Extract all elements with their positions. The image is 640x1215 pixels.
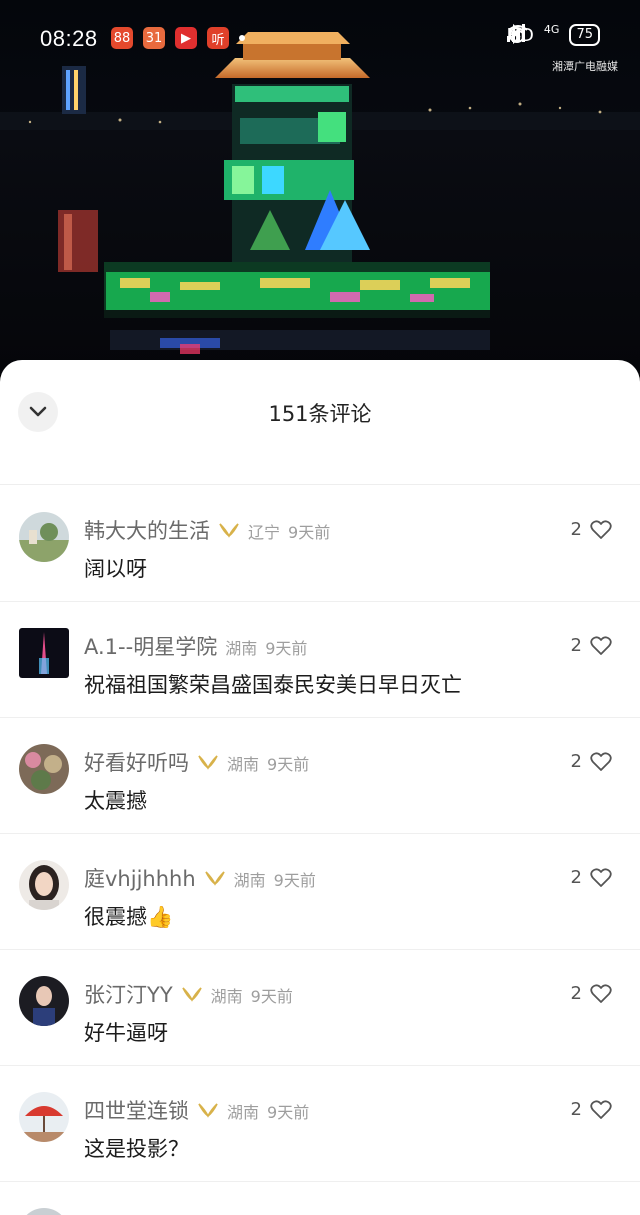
like-button[interactable]: 2 bbox=[571, 867, 612, 888]
timestamp: 9天前 bbox=[267, 755, 310, 774]
like-count: 2 bbox=[570, 751, 582, 772]
comment-meta: 张汀汀YY 湖南 9天前 bbox=[84, 979, 293, 1009]
like-count: 2 bbox=[570, 519, 582, 540]
username[interactable]: 韩大大的生活 bbox=[84, 515, 210, 545]
comment-item[interactable]: 四世堂连锁 湖南 9天前 这是投影？ 2 bbox=[0, 1065, 640, 1182]
channel-watermark: 湘潭广电融媒 bbox=[552, 60, 618, 73]
comment-item[interactable]: 张汀汀YY 湖南 9天前 好牛逼呀 2 bbox=[0, 949, 640, 1066]
comment-meta: 韩大大的生活 辽宁 9天前 bbox=[84, 515, 330, 545]
comments-count-title: 151条评论 bbox=[268, 402, 372, 426]
more-notifications-dot-icon bbox=[239, 35, 245, 41]
like-button[interactable]: 2 bbox=[571, 519, 612, 540]
username[interactable]: 好看好听吗 bbox=[84, 747, 189, 777]
comment-item[interactable]: 庭vhjjhhhh 湖南 9天前 很震撼👍 2 bbox=[0, 833, 640, 950]
like-button[interactable]: 2 bbox=[571, 635, 612, 656]
heart-outline-icon bbox=[590, 983, 612, 1003]
timestamp: 9天前 bbox=[273, 871, 316, 890]
region: 湖南 bbox=[227, 755, 260, 774]
like-count: 2 bbox=[570, 635, 582, 656]
region: 湖南 bbox=[233, 871, 266, 890]
comment-item[interactable]: A.1--明星学院 湖南 9天前 祝福祖国繁荣昌盛国泰民安美日早日灭亡 2 bbox=[0, 601, 640, 718]
comment-text: 这是投影？ bbox=[84, 1137, 189, 1161]
battery-level: 75 bbox=[569, 24, 600, 46]
status-bar: 08:28 88 31 ▶ 听 HD 4G 75 湘潭广电融媒 bbox=[0, 0, 640, 80]
calendar-notification-icon: 31 bbox=[143, 27, 165, 49]
wing-badge-icon bbox=[181, 987, 202, 1002]
comment-text: 很震撼👍 bbox=[84, 905, 174, 929]
comment-meta: 好看好听吗 湖南 9天前 bbox=[84, 747, 309, 777]
comment-text: 太震撼 bbox=[84, 789, 147, 813]
timestamp: 9天前 bbox=[265, 639, 308, 658]
username[interactable]: 庭vhjjhhhh bbox=[84, 863, 196, 893]
app-notification-icon: 88 bbox=[111, 27, 133, 49]
like-count: 2 bbox=[570, 867, 582, 888]
timestamp: 9天前 bbox=[288, 523, 331, 542]
comment-item[interactable]: 好看好听吗 湖南 9天前 太震撼 2 bbox=[0, 717, 640, 834]
comment-meta: A.1--明星学院 湖南 9天前 bbox=[84, 631, 307, 661]
comment-meta: 庭vhjjhhhh 湖南 9天前 bbox=[84, 863, 316, 893]
heart-outline-icon bbox=[590, 1099, 612, 1119]
like-button[interactable]: 2 bbox=[571, 983, 612, 1004]
avatar[interactable] bbox=[19, 628, 69, 678]
wing-badge-icon bbox=[219, 523, 239, 538]
like-button[interactable]: 2 bbox=[571, 751, 612, 772]
avatar[interactable] bbox=[19, 1092, 69, 1142]
comment-text: 阔以呀 bbox=[84, 557, 147, 581]
listen-app-notification-icon: 听 bbox=[207, 27, 229, 49]
signal-icon bbox=[506, 24, 525, 42]
heart-outline-icon bbox=[590, 635, 612, 655]
comments-sheet: 151条评论 韩大大的生活 辽宁 9天前 阔以呀 2 A.1--明星学院 湖南 … bbox=[0, 360, 640, 1215]
like-button[interactable]: 2 bbox=[571, 1099, 612, 1120]
avatar[interactable] bbox=[19, 1208, 69, 1215]
comment-item[interactable]: 韩大大的生活 辽宁 9天前 阔以呀 2 bbox=[0, 485, 640, 602]
like-count: 2 bbox=[570, 1099, 582, 1120]
avatar[interactable] bbox=[19, 976, 69, 1026]
region: 辽宁 bbox=[248, 523, 281, 542]
region: 湖南 bbox=[227, 1103, 260, 1122]
heart-outline-icon bbox=[590, 867, 612, 887]
comment-meta: 四世堂连锁 湖南 9天前 bbox=[84, 1095, 309, 1125]
like-count: 2 bbox=[570, 983, 582, 1004]
username[interactable]: A.1--明星学院 bbox=[84, 631, 217, 661]
avatar[interactable] bbox=[19, 512, 69, 562]
wing-badge-icon bbox=[198, 1103, 218, 1118]
video-player[interactable]: 08:28 88 31 ▶ 听 HD 4G 75 湘潭广电融媒 bbox=[0, 0, 640, 375]
comment-text: 好牛逼呀 bbox=[84, 1021, 168, 1045]
clock: 08:28 bbox=[40, 26, 98, 51]
notification-icons: 88 31 ▶ 听 bbox=[111, 27, 245, 49]
cell-type: 4G bbox=[543, 22, 560, 36]
wing-badge-icon bbox=[204, 871, 225, 886]
timestamp: 9天前 bbox=[250, 987, 293, 1006]
timestamp: 9天前 bbox=[267, 1103, 310, 1122]
username[interactable]: 张汀汀YY bbox=[84, 979, 173, 1009]
system-indicators: HD 4G 75 bbox=[506, 22, 600, 46]
heart-outline-icon bbox=[590, 751, 612, 771]
username[interactable]: 四世堂连锁 bbox=[84, 1095, 189, 1125]
heart-outline-icon bbox=[590, 519, 612, 539]
video-app-notification-icon: ▶ bbox=[175, 27, 197, 49]
comment-text: 祝福祖国繁荣昌盛国泰民安美日早日灭亡 bbox=[84, 673, 462, 697]
avatar[interactable] bbox=[19, 744, 69, 794]
wing-badge-icon bbox=[198, 755, 218, 770]
region: 湖南 bbox=[210, 987, 243, 1006]
region: 湖南 bbox=[225, 639, 258, 658]
avatar[interactable] bbox=[19, 860, 69, 910]
